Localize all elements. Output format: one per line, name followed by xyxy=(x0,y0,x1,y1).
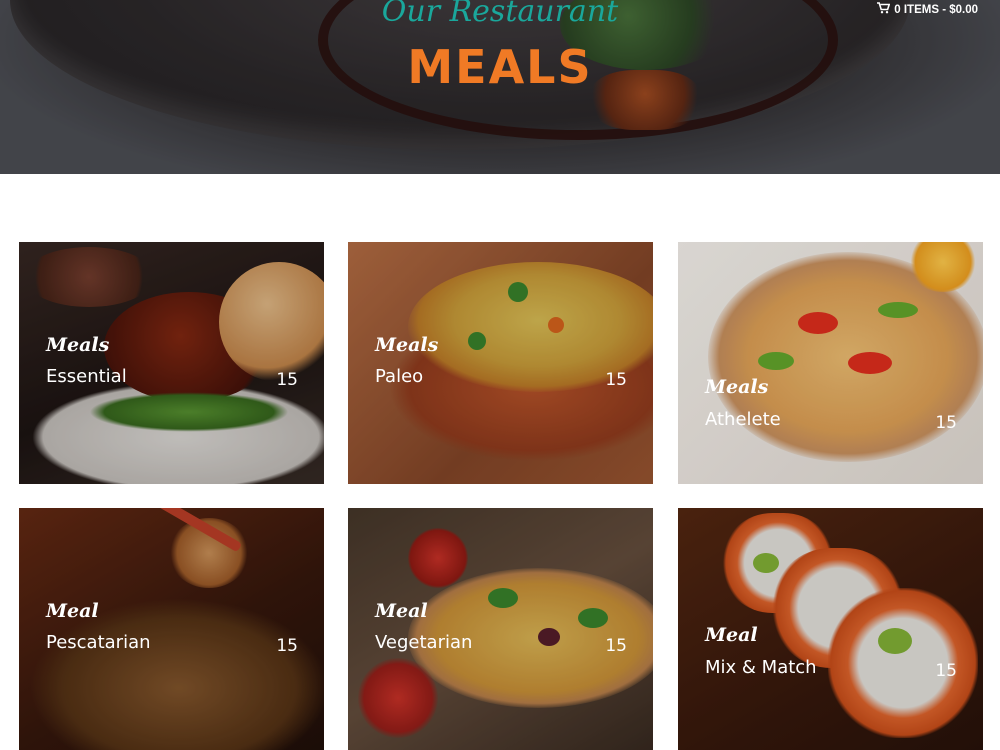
meal-name: Mix & Match xyxy=(705,657,817,678)
page-title: MEALS xyxy=(407,40,593,94)
meal-tag: Meals xyxy=(705,376,769,398)
meal-count: 15 xyxy=(935,661,957,681)
meal-name: Essential xyxy=(46,366,127,387)
card-overlay xyxy=(348,242,653,484)
meal-card-mix-and-match[interactable]: Meal Mix & Match 15 xyxy=(678,508,983,750)
meal-count: 15 xyxy=(935,413,957,433)
meal-count: 15 xyxy=(605,636,627,656)
meal-count: 15 xyxy=(605,370,627,390)
meal-card-pescatarian[interactable]: Meal Pescatarian 15 xyxy=(19,508,324,750)
meal-count: 15 xyxy=(276,370,298,390)
meal-name: Pescatarian xyxy=(46,632,151,653)
meal-tag: Meal xyxy=(46,600,99,622)
meal-tag: Meal xyxy=(375,600,428,622)
hero-subtitle: Our Restaurant xyxy=(381,0,619,29)
meal-tag: Meals xyxy=(375,334,439,356)
hero-banner: Our Restaurant MEALS 0 ITEMS - $0.00 xyxy=(0,0,1000,174)
meal-name: Athelete xyxy=(705,409,781,430)
meal-card-essential[interactable]: Meals Essential 15 xyxy=(19,242,324,484)
cart-button[interactable]: 0 ITEMS - $0.00 xyxy=(877,2,978,17)
meal-tag: Meals xyxy=(46,334,110,356)
cart-label: 0 ITEMS - $0.00 xyxy=(894,3,978,16)
card-overlay xyxy=(678,242,983,484)
meal-count: 15 xyxy=(276,636,298,656)
card-overlay xyxy=(19,242,324,484)
card-overlay xyxy=(19,508,324,750)
meal-name: Vegetarian xyxy=(375,632,473,653)
meal-tag: Meal xyxy=(705,624,758,646)
shopping-cart-icon xyxy=(877,2,891,17)
meal-card-paleo[interactable]: Meals Paleo 15 xyxy=(348,242,653,484)
meal-card-vegetarian[interactable]: Meal Vegetarian 15 xyxy=(348,508,653,750)
meal-name: Paleo xyxy=(375,366,424,387)
meal-card-athelete[interactable]: Meals Athelete 15 xyxy=(678,242,983,484)
card-overlay xyxy=(348,508,653,750)
